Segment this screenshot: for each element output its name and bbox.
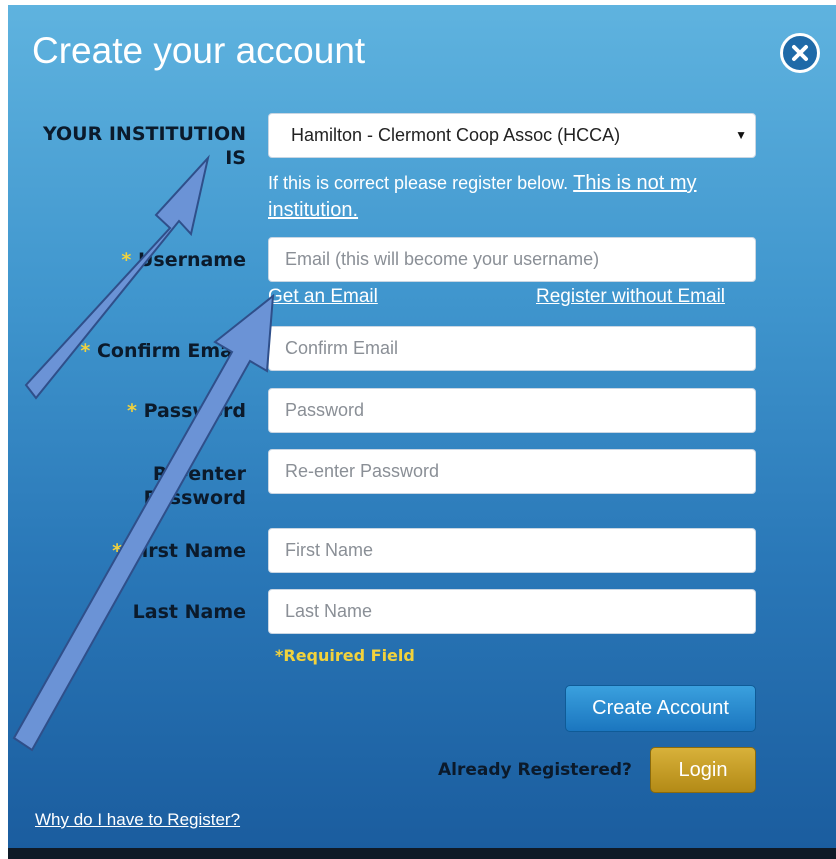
last-name-label: Last Name <box>132 601 246 623</box>
reenter-password-label-line2: Password <box>143 487 246 509</box>
dropdown-caret-icon: ▼ <box>735 128 747 142</box>
password-label: * Password <box>80 399 246 423</box>
create-account-button[interactable]: Create Account <box>565 685 756 732</box>
username-field[interactable] <box>268 237 756 282</box>
password-field[interactable] <box>268 388 756 433</box>
first-name-input[interactable] <box>269 529 755 572</box>
close-button[interactable] <box>780 33 820 73</box>
last-name-field[interactable] <box>268 589 756 634</box>
dialog-title: Create your account <box>32 30 366 71</box>
reenter-password-input[interactable] <box>269 450 755 493</box>
page-margin <box>0 5 8 859</box>
username-input[interactable] <box>269 238 755 281</box>
reenter-password-label-line1: Re-enter <box>152 463 246 485</box>
first-name-label: * First Name <box>60 539 246 563</box>
close-icon <box>792 45 808 61</box>
why-register-link[interactable]: Why do I have to Register? <box>35 810 240 830</box>
password-input[interactable] <box>269 389 755 432</box>
required-star: * <box>80 340 91 362</box>
institution-select[interactable]: Hamilton - Clermont Coop Assoc (HCCA) ▼ <box>268 113 756 158</box>
register-without-email-link[interactable]: Register without Email <box>536 286 725 308</box>
login-button[interactable]: Login <box>650 747 756 793</box>
required-field-note: *Required Field <box>275 646 415 665</box>
last-name-input[interactable] <box>269 590 755 633</box>
password-label-text: Password <box>143 400 246 422</box>
already-registered-text: Already Registered? <box>438 760 632 780</box>
confirm-email-label: * Confirm Email <box>40 339 246 363</box>
reenter-password-label: Re-enter Password <box>80 462 246 510</box>
required-star: * <box>121 249 132 271</box>
institution-note-text: If this is correct please register below… <box>268 173 569 193</box>
confirm-email-field[interactable] <box>268 326 756 371</box>
institution-note: If this is correct please register below… <box>268 170 758 224</box>
first-name-field[interactable] <box>268 528 756 573</box>
institution-selected-value: Hamilton - Clermont Coop Assoc (HCCA) <box>291 125 621 145</box>
username-label-text: Username <box>137 249 246 271</box>
required-star: * <box>127 400 137 422</box>
institution-label: YOUR INSTITUTION IS <box>42 123 246 169</box>
page-bottom-edge <box>8 848 836 859</box>
reenter-password-field[interactable] <box>268 449 756 494</box>
first-name-label-text: First Name <box>128 540 246 562</box>
confirm-email-input[interactable] <box>269 327 755 370</box>
required-star: * <box>112 540 123 562</box>
get-an-email-link[interactable]: Get an Email <box>268 286 378 308</box>
confirm-email-label-text: Confirm Email <box>96 340 246 362</box>
username-label: * Username <box>80 248 246 272</box>
